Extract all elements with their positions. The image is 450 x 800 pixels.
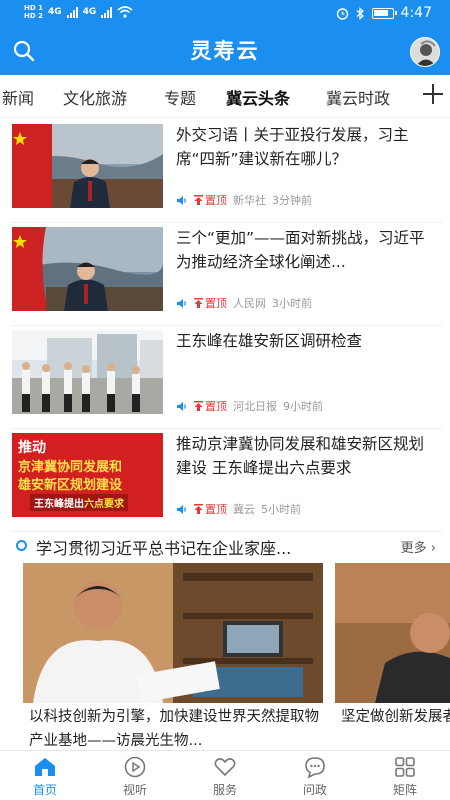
nav-inquiry[interactable]: 问政: [270, 755, 360, 798]
card-title: 坚定做创新发展者——访以岭: [341, 709, 450, 725]
news-time: 9小时前: [283, 400, 323, 413]
topic-card[interactable]: 坚定做创新发展者——访以岭: [335, 563, 450, 753]
status-time: 4:47: [400, 5, 432, 21]
status-bar: HD 1 HD 2 4G 4G 4:47: [0, 0, 450, 26]
pin-arrow-icon: [194, 504, 203, 514]
play-icon: [124, 756, 146, 778]
home-icon: [35, 758, 55, 776]
nav-home[interactable]: 首页: [0, 755, 90, 798]
hd1-label: HD 1: [24, 4, 43, 12]
nav-matrix[interactable]: 矩阵: [360, 755, 450, 798]
banner-line-3: 雄安新区规划建设: [18, 478, 123, 493]
tab-news[interactable]: 新闻: [2, 85, 34, 109]
pinned-badge: 置顶: [194, 192, 227, 208]
pinned-badge: 置顶: [194, 501, 227, 517]
top-header: HD 1 HD 2 4G 4G 4:47 灵寿云: [0, 0, 450, 75]
banner-line-4: 王东峰提出六点要求: [30, 494, 128, 511]
alarm-icon: [336, 7, 348, 20]
hd-indicator: HD 1 HD 2: [24, 4, 43, 20]
audio-icon[interactable]: [176, 298, 188, 309]
card-image: [23, 563, 323, 703]
chevron-right-icon: ›: [430, 541, 436, 556]
grid-icon: [395, 757, 415, 777]
tab-topics[interactable]: 专题: [164, 85, 196, 109]
chat-icon: [305, 757, 325, 779]
news-time: 3分钟前: [272, 194, 312, 207]
topic-section-header: 学习贯彻习近平总书记在企业家座... 更多 ›: [0, 530, 450, 560]
news-time: 3小时前: [272, 297, 312, 310]
network-type-2: 4G: [82, 7, 97, 17]
card-image: [335, 563, 450, 703]
tab-jiyun-politics[interactable]: 冀云时政: [326, 85, 390, 109]
hd2-label: HD 2: [24, 12, 43, 20]
nav-media-label: 视听: [122, 783, 147, 797]
app-bar: 灵寿云: [0, 26, 450, 75]
news-meta: 置顶 河北日报 9小时前: [176, 398, 323, 414]
news-thumbnail: [12, 227, 163, 311]
news-title: 推动京津冀协同发展和雄安新区规划建设 王东峰提出六点要求: [176, 435, 425, 477]
wifi-icon: [117, 6, 133, 18]
section-dot-icon: [16, 540, 27, 551]
news-source: 冀云: [233, 503, 255, 516]
news-source: 河北日报: [233, 400, 277, 413]
news-item[interactable]: 推动 京津冀协同发展和 雄安新区规划建设 王东峰提出六点要求 推动京津冀协同发展…: [12, 429, 442, 532]
tab-jiyun-headlines[interactable]: 冀云头条: [226, 85, 290, 109]
news-item[interactable]: 外交习语丨关于亚投行发展，习主席“四新”建议新在哪儿？ 置顶 新华社 3分钟前: [12, 120, 442, 223]
network-type-1: 4G: [47, 7, 62, 17]
section-title[interactable]: 学习贯彻习近平总书记在企业家座...: [36, 535, 356, 559]
bottom-navigation: 首页 视听 服务 问政 矩阵: [0, 750, 450, 800]
heart-icon: [214, 758, 236, 777]
tab-culture-travel[interactable]: 文化旅游: [63, 85, 127, 109]
news-source: 新华社: [233, 194, 266, 207]
banner-line-1: 推动: [18, 440, 46, 456]
news-thumbnail: 推动 京津冀协同发展和 雄安新区规划建设 王东峰提出六点要求: [12, 433, 163, 517]
news-title: 外交习语丨关于亚投行发展，习主席“四新”建议新在哪儿？: [176, 126, 409, 168]
audio-icon[interactable]: [176, 195, 188, 206]
news-item[interactable]: 三个“更加”——面对新挑战，习近平为推动经济全球化阐述... 置顶 人民网 3小…: [12, 223, 442, 326]
news-thumbnail: [12, 330, 163, 414]
nav-media[interactable]: 视听: [90, 755, 180, 798]
pinned-label: 置顶: [205, 503, 227, 516]
app-title: 灵寿云: [190, 39, 260, 63]
news-meta: 置顶 人民网 3小时前: [176, 295, 312, 311]
signal-icon: [66, 6, 78, 18]
pinned-label: 置顶: [205, 297, 227, 310]
pinned-badge: 置顶: [194, 295, 227, 311]
news-title: 王东峰在雄安新区调研检查: [176, 332, 363, 350]
news-title: 三个“更加”——面对新挑战，习近平为推动经济全球化阐述...: [176, 229, 425, 271]
news-thumbnail: [12, 124, 163, 208]
pinned-label: 置顶: [205, 194, 227, 207]
card-title: 以科技创新为引擎，加快建设世界天然提取物产业基地——访晨光生物...: [29, 709, 319, 749]
nav-home-label: 首页: [32, 783, 57, 797]
news-item[interactable]: 王东峰在雄安新区调研检查 置顶 河北日报 9小时前: [12, 326, 442, 429]
signal-icon-2: [101, 6, 113, 18]
audio-icon[interactable]: [176, 401, 188, 412]
more-label: 更多: [400, 541, 427, 556]
channel-tabs: 新闻 文化旅游 专题 冀云头条 冀云时政: [0, 75, 450, 118]
battery-icon: [371, 7, 397, 19]
add-channel-icon[interactable]: [422, 83, 444, 105]
avatar[interactable]: [410, 37, 440, 67]
banner-line-4a: 王东峰提出: [34, 499, 84, 510]
pinned-label: 置顶: [205, 400, 227, 413]
nav-service-label: 服务: [212, 783, 237, 797]
nav-inquiry-label: 问政: [302, 783, 327, 797]
pinned-badge: 置顶: [194, 398, 227, 414]
bluetooth-icon: [356, 6, 364, 20]
pin-arrow-icon: [194, 195, 203, 205]
news-meta: 置顶 冀云 5小时前: [176, 501, 301, 517]
pin-arrow-icon: [194, 401, 203, 411]
nav-matrix-label: 矩阵: [392, 783, 417, 797]
banner-line-2: 京津冀协同发展和: [18, 460, 123, 475]
pin-arrow-icon: [194, 298, 203, 308]
news-meta: 置顶 新华社 3分钟前: [176, 192, 312, 208]
audio-icon[interactable]: [176, 504, 188, 515]
news-source: 人民网: [233, 297, 266, 310]
news-time: 5小时前: [261, 503, 301, 516]
topic-card[interactable]: 以科技创新为引擎，加快建设世界天然提取物产业基地——访晨光生物...: [23, 563, 323, 753]
more-link[interactable]: 更多 ›: [401, 537, 436, 556]
nav-service[interactable]: 服务: [180, 755, 270, 798]
banner-line-4b: 六点要求: [84, 499, 124, 510]
